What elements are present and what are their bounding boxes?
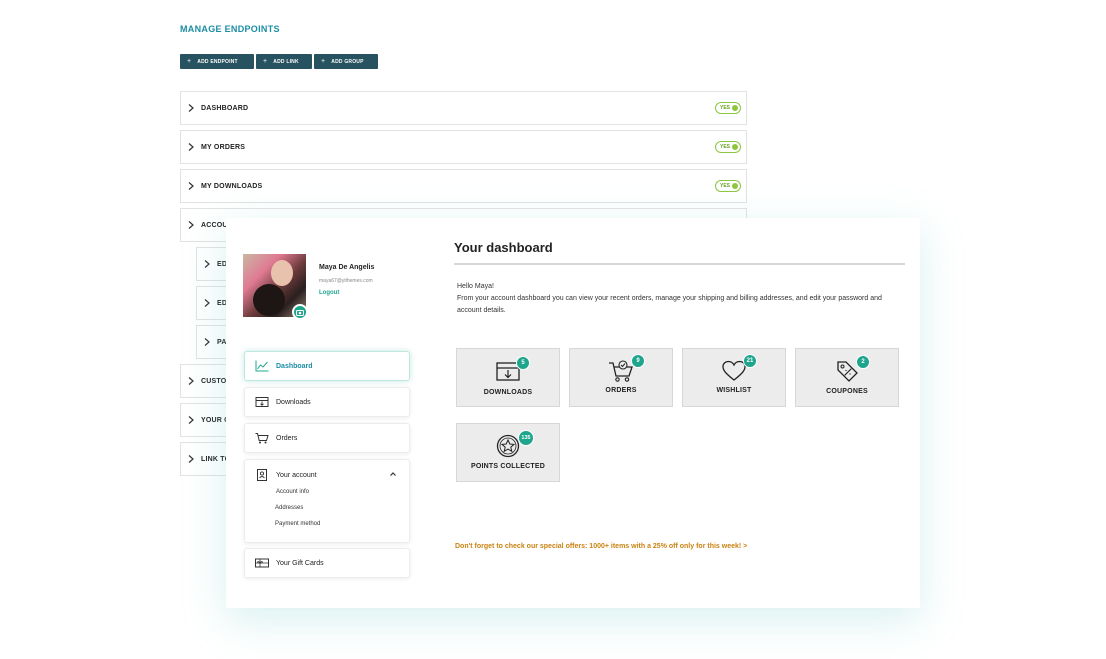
nav-account-group: Your account Account info Addresses Paym… [244,459,410,543]
count-badge: 9 [631,354,645,368]
dashboard-card: Maya De Angelis maya67@yithemes.com Logo… [226,218,920,608]
count-badge: 21 [743,354,757,368]
chevron-right-icon[interactable] [187,182,195,190]
tile-wishlist[interactable]: 21 WISHLIST [682,348,786,407]
chevron-right-icon[interactable] [203,299,211,307]
nav-addresses[interactable]: Addresses [275,505,303,511]
nav-payment-method[interactable]: Payment method [275,521,320,527]
divider [454,263,905,265]
tile-orders[interactable]: 9 ORDERS [569,348,673,407]
chevron-right-icon[interactable] [187,104,195,112]
chevron-up-icon[interactable] [389,470,397,478]
user-email: maya67@yithemes.com [319,278,373,284]
download-box-icon [255,397,269,407]
count-badge: 5 [516,356,530,370]
add-link-button[interactable]: + ADD LINK [256,54,312,69]
logout-link[interactable]: Logout [319,290,339,296]
gift-card-icon [255,558,269,568]
plus-icon: + [263,58,268,65]
nav-downloads[interactable]: Downloads [244,387,410,417]
nav-gift-cards[interactable]: Your Gift Cards [244,548,410,578]
greeting-text: Hello Maya! From your account dashboard … [457,283,882,314]
count-badge: 2 [856,355,870,369]
plus-icon: + [187,58,192,65]
chevron-right-icon[interactable] [187,416,195,424]
chart-icon [255,360,269,372]
add-group-button[interactable]: + ADD GROUP [314,54,378,69]
special-offer-link[interactable]: Don't forget to check our special offers… [455,543,747,550]
tile-downloads[interactable]: 5 DOWNLOADS [456,348,560,407]
chevron-right-icon[interactable] [187,221,195,229]
nav-orders[interactable]: Orders [244,423,410,453]
endpoint-actions: + ADD ENDPOINT + ADD LINK + ADD GROUP [180,54,378,69]
nav-dashboard[interactable]: Dashboard [244,351,410,381]
plus-icon: + [321,58,326,65]
cart-icon [255,433,269,444]
camera-icon[interactable] [292,304,308,320]
endpoint-row-my-orders[interactable]: MY ORDERS YES [180,130,747,164]
chevron-right-icon[interactable] [187,455,195,463]
page-title: Your dashboard [454,240,553,255]
chevron-right-icon[interactable] [187,377,195,385]
endpoint-row-dashboard[interactable]: DASHBOARD YES [180,91,747,125]
user-card-icon [257,469,267,481]
count-badge: 135 [518,430,534,446]
add-endpoint-button[interactable]: + ADD ENDPOINT [180,54,254,69]
tile-points-collected[interactable]: 135 POINTS COLLECTED [456,423,560,482]
chevron-right-icon[interactable] [203,260,211,268]
enabled-toggle[interactable]: YES [715,180,741,192]
tile-coupones[interactable]: 2 COUPONES [795,348,899,407]
enabled-toggle[interactable]: YES [715,141,741,153]
manage-endpoints-title: MANAGE ENDPOINTS [180,24,280,34]
chevron-right-icon[interactable] [187,143,195,151]
enabled-toggle[interactable]: YES [715,102,741,114]
user-name: Maya De Angelis [319,264,375,271]
chevron-right-icon[interactable] [203,338,211,346]
cart-icon [609,360,633,382]
nav-account-info[interactable]: Account info [276,489,309,495]
nav-your-account[interactable]: Your account [245,460,409,490]
endpoint-row-my-downloads[interactable]: MY DOWNLOADS YES [180,169,747,203]
